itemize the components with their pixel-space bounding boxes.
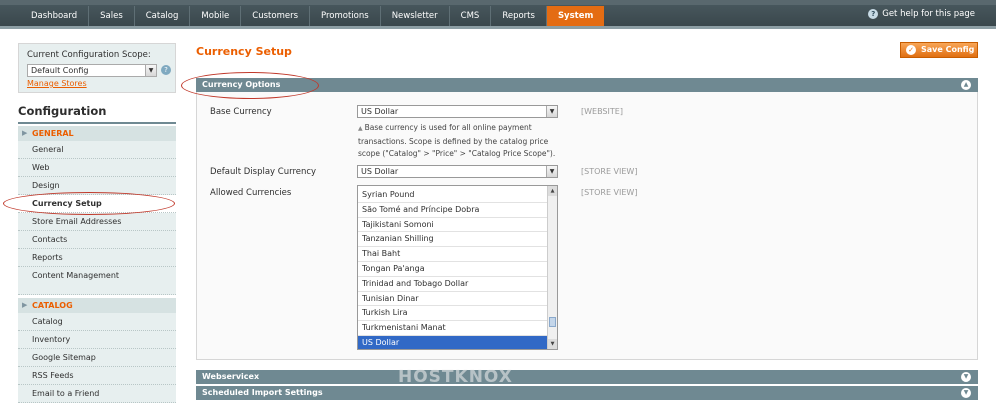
config-scope-box: Current Configuration Scope: Default Con… [18, 43, 176, 93]
currency-option[interactable]: Tajikistani Somoni [358, 218, 548, 233]
configuration-title: Configuration [18, 104, 107, 118]
sidebar-section-catalog[interactable]: ▶ CATALOG [18, 298, 176, 313]
sidebar-item-general[interactable]: General [18, 141, 176, 159]
currency-options-panel [196, 92, 978, 360]
sidebar-item-store-email-addresses[interactable]: Store Email Addresses [18, 213, 176, 231]
triangle-right-icon: ▶ [22, 301, 28, 309]
chevron-down-icon: ▼ [546, 106, 557, 117]
default-display-currency-scope: [STORE VIEW] [581, 167, 638, 176]
sidebar-item-inventory[interactable]: Inventory [18, 331, 176, 349]
help-link[interactable]: ? Get help for this page [868, 9, 975, 19]
sidebar-item-design[interactable]: Design [18, 177, 176, 195]
nav-cms[interactable]: CMS [450, 6, 492, 26]
currency-option[interactable]: Trinidad and Tobago Dollar [358, 277, 548, 292]
top-navigation: Dashboard Sales Catalog Mobile Customers… [0, 0, 996, 29]
scope-select[interactable]: Default Config ▼ [27, 64, 157, 77]
nav-catalog[interactable]: Catalog [135, 6, 191, 26]
currency-option[interactable]: Tunisian Dinar [358, 292, 548, 307]
scheduled-import-title: Scheduled Import Settings [202, 388, 323, 397]
scroll-up-icon[interactable]: ▲ [548, 186, 557, 196]
currency-options-title: Currency Options [202, 80, 281, 89]
chevron-down-icon: ▼ [546, 166, 557, 177]
currency-option[interactable]: Tongan Pa'anga [358, 262, 548, 277]
scroll-down-icon[interactable]: ▼ [548, 339, 557, 349]
nav-menu: Dashboard Sales Catalog Mobile Customers… [20, 6, 605, 26]
save-config-button[interactable]: ✓ Save Config [900, 42, 978, 58]
expand-down-icon[interactable]: ▼ [961, 388, 971, 398]
allowed-currencies-multiselect[interactable]: Syrian Pound São Tomé and Príncipe Dobra… [357, 185, 558, 350]
save-config-label: Save Config [921, 45, 975, 54]
help-icon: ? [868, 9, 879, 19]
webservicex-title: Webservicex [202, 372, 260, 381]
currency-option[interactable]: São Tomé and Príncipe Dobra [358, 203, 548, 218]
multiselect-scrollbar[interactable]: ▲ ▼ [547, 186, 557, 349]
scheduled-import-header[interactable]: Scheduled Import Settings ▼ [196, 386, 978, 400]
default-display-currency-label: Default Display Currency [210, 167, 317, 177]
base-currency-label: Base Currency [210, 107, 272, 117]
scrollbar-thumb[interactable] [549, 317, 556, 327]
sidebar-section-general-label: GENERAL [32, 129, 74, 138]
help-link-text: Get help for this page [882, 9, 975, 19]
sidebar-section-general[interactable]: ▶ GENERAL [18, 126, 176, 141]
base-currency-note: ▲ Base currency is used for all online pa… [358, 122, 568, 161]
sidebar-item-content-management[interactable]: Content Management [18, 267, 176, 295]
currency-option-selected[interactable]: US Dollar [358, 336, 548, 349]
base-currency-value: US Dollar [361, 107, 399, 116]
sidebar-item-contacts[interactable]: Contacts [18, 231, 176, 249]
currency-option[interactable]: Tanzanian Shilling [358, 232, 548, 248]
nav-newsletter[interactable]: Newsletter [381, 6, 450, 26]
allowed-currencies-label: Allowed Currencies [210, 188, 292, 198]
sidebar-item-google-sitemap[interactable]: Google Sitemap [18, 349, 176, 367]
scope-label: Current Configuration Scope: [27, 50, 151, 60]
currency-option[interactable]: Turkmenistani Manat [358, 321, 548, 336]
configuration-divider [18, 122, 176, 124]
base-currency-note-text: Base currency is used for all online pay… [358, 123, 556, 158]
currency-option[interactable]: Thai Baht [358, 247, 548, 262]
triangle-up-icon: ▲ [358, 125, 363, 132]
nav-mobile[interactable]: Mobile [190, 6, 242, 26]
chevron-down-icon: ▼ [145, 65, 156, 76]
question-icon[interactable]: ? [161, 65, 171, 75]
base-currency-select[interactable]: US Dollar ▼ [357, 105, 558, 118]
collapse-up-icon[interactable]: ▲ [961, 80, 971, 90]
nav-system[interactable]: System [546, 6, 605, 26]
nav-promotions[interactable]: Promotions [310, 6, 381, 26]
nav-top-strip [0, 0, 996, 5]
nav-customers[interactable]: Customers [241, 6, 311, 26]
sidebar-item-currency-setup[interactable]: Currency Setup [18, 195, 176, 213]
nav-dashboard[interactable]: Dashboard [20, 6, 90, 26]
base-currency-scope: [WEBSITE] [581, 107, 623, 116]
triangle-right-icon: ▶ [22, 129, 28, 137]
currency-option[interactable]: Turkish Lira [358, 306, 548, 322]
sidebar-item-reports[interactable]: Reports [18, 249, 176, 267]
sidebar-item-rss-feeds[interactable]: RSS Feeds [18, 367, 176, 385]
page-title: Currency Setup [196, 45, 292, 58]
expand-down-icon[interactable]: ▼ [961, 372, 971, 382]
default-display-currency-value: US Dollar [361, 167, 399, 176]
currency-options-header[interactable]: Currency Options ▲ [196, 78, 978, 92]
allowed-currencies-scope: [STORE VIEW] [581, 188, 638, 197]
nav-sales[interactable]: Sales [89, 6, 135, 26]
sidebar-item-email-to-a-friend[interactable]: Email to a Friend [18, 385, 176, 403]
currency-option[interactable]: Syrian Pound [358, 188, 548, 203]
default-display-currency-select[interactable]: US Dollar ▼ [357, 165, 558, 178]
sidebar-item-web[interactable]: Web [18, 159, 176, 177]
manage-stores-link[interactable]: Manage Stores [27, 79, 87, 88]
scope-select-value: Default Config [31, 66, 89, 75]
sidebar-section-catalog-label: CATALOG [32, 301, 73, 310]
nav-reports[interactable]: Reports [491, 6, 547, 26]
check-icon: ✓ [906, 45, 916, 55]
webservicex-header[interactable]: Webservicex ▼ [196, 370, 978, 384]
sidebar-item-catalog[interactable]: Catalog [18, 313, 176, 331]
